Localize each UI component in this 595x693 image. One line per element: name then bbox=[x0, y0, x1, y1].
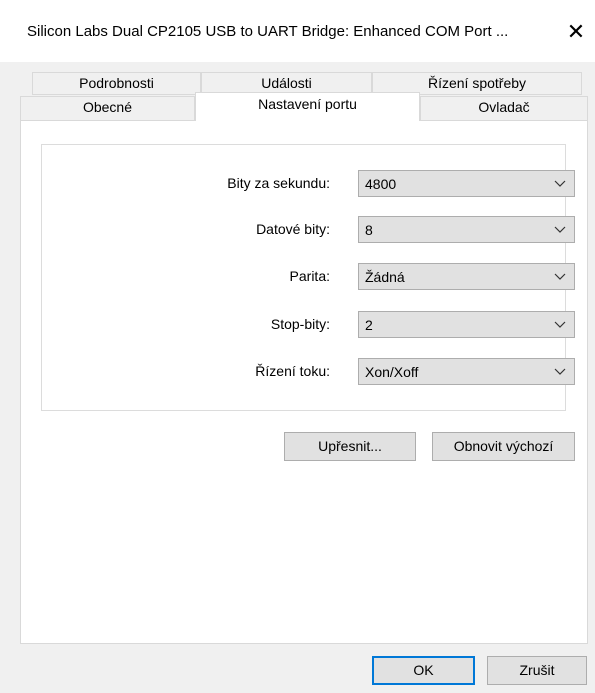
port-settings-panel: Bity za sekundu: 4800 Datové bity: 8 Par… bbox=[20, 120, 588, 644]
data-bits-select[interactable]: 8 bbox=[358, 216, 575, 243]
chevron-down-icon bbox=[554, 321, 566, 328]
tab-obecne[interactable]: Obecné bbox=[20, 96, 195, 121]
data-bits-value: 8 bbox=[365, 222, 373, 238]
chevron-down-icon bbox=[554, 180, 566, 187]
port-settings-group: Bity za sekundu: 4800 Datové bity: 8 Par… bbox=[41, 144, 575, 411]
close-icon[interactable]: ✕ bbox=[562, 18, 590, 46]
stop-bits-select[interactable]: 2 bbox=[358, 311, 575, 338]
window-title: Silicon Labs Dual CP2105 USB to UART Bri… bbox=[27, 23, 509, 40]
parity-label: Parita: bbox=[289, 268, 330, 284]
stop-bits-value: 2 bbox=[365, 317, 373, 333]
chevron-down-icon bbox=[554, 368, 566, 375]
restore-defaults-button[interactable]: Obnovit výchozí bbox=[432, 432, 575, 461]
title-bar: Silicon Labs Dual CP2105 USB to UART Bri… bbox=[0, 0, 595, 62]
tab-nastaveni-portu[interactable]: Nastavení portu bbox=[195, 92, 420, 121]
flow-control-value: Xon/Xoff bbox=[365, 364, 419, 380]
bits-per-second-value: 4800 bbox=[365, 176, 397, 192]
tab-ovladac[interactable]: Ovladač bbox=[420, 96, 588, 121]
advanced-button[interactable]: Upřesnit... bbox=[284, 432, 416, 461]
flow-control-label: Řízení toku: bbox=[255, 363, 330, 379]
tab-podrobnosti[interactable]: Podrobnosti bbox=[32, 72, 201, 95]
chevron-down-icon bbox=[554, 273, 566, 280]
ok-button[interactable]: OK bbox=[372, 656, 475, 685]
cancel-button[interactable]: Zrušit bbox=[487, 656, 587, 685]
parity-value: Žádná bbox=[365, 269, 405, 285]
data-bits-label: Datové bity: bbox=[256, 221, 330, 237]
stop-bits-label: Stop-bity: bbox=[270, 316, 330, 332]
parity-select[interactable]: Žádná bbox=[358, 263, 575, 290]
chevron-down-icon bbox=[554, 226, 566, 233]
bits-per-second-label: Bity za sekundu: bbox=[227, 175, 330, 191]
flow-control-select[interactable]: Xon/Xoff bbox=[358, 358, 575, 385]
bits-per-second-select[interactable]: 4800 bbox=[358, 170, 575, 197]
